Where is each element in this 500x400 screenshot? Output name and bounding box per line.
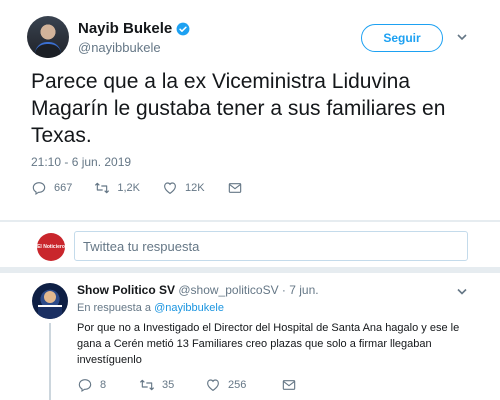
- reply-reply-action[interactable]: 8: [77, 377, 139, 393]
- in-reply-prefix: En respuesta a: [77, 302, 151, 314]
- reply-text: Por que no a Investigado el Director del…: [77, 322, 460, 366]
- follow-button[interactable]: Seguir: [361, 24, 443, 52]
- reply-header: Show Politico SV @show_politicoSV · 7 ju…: [77, 283, 319, 297]
- reply-action[interactable]: 667: [31, 180, 72, 196]
- tweet-text: Parece que a la ex Viceministra Liduvina…: [31, 70, 446, 147]
- like-icon: [207, 379, 219, 392]
- retweet-icon: [139, 379, 155, 391]
- like-count: 12K: [185, 182, 205, 194]
- author-handle[interactable]: @nayibbukele: [78, 40, 161, 55]
- reply-tweet: Show Politico SV @show_politicoSV · 7 ju…: [0, 273, 500, 400]
- message-icon: [282, 380, 296, 390]
- like-icon: [164, 182, 176, 195]
- reply-retweet-action[interactable]: 35: [139, 377, 205, 393]
- retweet-action[interactable]: 1,2K: [94, 180, 140, 196]
- chevron-down-icon[interactable]: [457, 33, 467, 41]
- verified-icon: [176, 22, 190, 35]
- reply-count: 667: [54, 182, 73, 194]
- main-tweet: Nayib Bukele @nayibbukele Seguir Parece …: [0, 0, 500, 221]
- in-reply-to: En respuesta a @nayibbukele: [77, 302, 224, 314]
- reply-input[interactable]: [74, 231, 468, 261]
- retweet-icon: [95, 182, 110, 194]
- reply-author-avatar[interactable]: [32, 283, 68, 319]
- reply-icon: [32, 182, 46, 196]
- retweet-count: 1,2K: [117, 182, 140, 194]
- author-display-name[interactable]: Nayib Bukele: [78, 20, 172, 37]
- reply-author-meta[interactable]: @show_politicoSV · 7 jun.: [178, 283, 318, 297]
- reply-like-count: 256: [228, 379, 247, 391]
- tweet-actions: 667 1,2K 12K: [31, 180, 265, 196]
- message-icon: [228, 183, 241, 193]
- reply-actions: 8 35 256: [77, 377, 297, 393]
- reply-message-action[interactable]: [281, 377, 297, 393]
- reply-retweet-count: 35: [162, 379, 175, 391]
- reply-like-action[interactable]: 256: [205, 377, 281, 393]
- chevron-down-icon[interactable]: [457, 288, 467, 295]
- in-reply-mention[interactable]: @nayibbukele: [154, 302, 224, 314]
- message-action[interactable]: [227, 180, 243, 196]
- user-avatar[interactable]: El Noticiero: [37, 233, 65, 261]
- author-avatar[interactable]: [27, 16, 69, 58]
- reply-composer: El Noticiero: [0, 221, 500, 267]
- tweet-timestamp[interactable]: 21:10 - 6 jun. 2019: [31, 155, 131, 169]
- reply-icon: [78, 379, 92, 393]
- author-name-line: Nayib Bukele: [78, 20, 190, 37]
- like-action[interactable]: 12K: [162, 180, 205, 196]
- thread-line: [49, 323, 51, 400]
- reply-reply-count: 8: [100, 379, 107, 391]
- reply-author-name[interactable]: Show Politico SV: [77, 283, 175, 297]
